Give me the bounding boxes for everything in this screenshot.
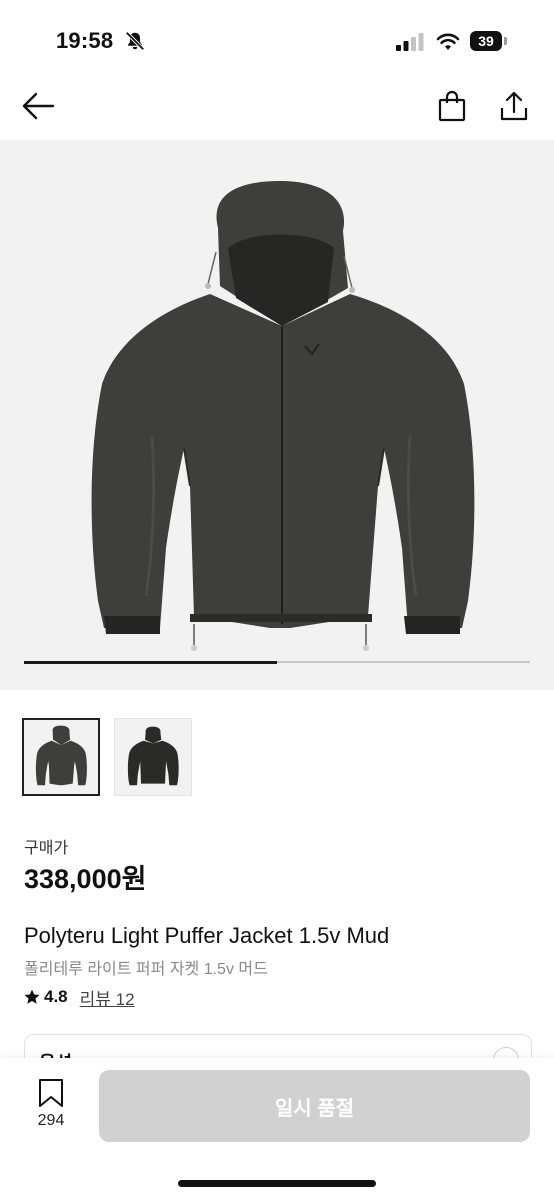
rating-value: 4.8 <box>44 987 68 1006</box>
share-icon <box>500 91 528 121</box>
cellular-signal-icon <box>396 33 424 51</box>
battery-icon: 39 <box>470 31 508 51</box>
bookmark-icon <box>39 1079 63 1107</box>
thumbnail-1-image <box>35 725 87 786</box>
status-bar: 19:58 39 <box>0 0 554 84</box>
bottom-action-bar: 294 일시 품절 <box>0 1058 554 1200</box>
thumbnail-1[interactable] <box>22 718 100 796</box>
sold-out-button[interactable]: 일시 품절 <box>99 1070 530 1142</box>
home-indicator <box>178 1180 376 1187</box>
rating-row: 4.8 리뷰 12 <box>23 985 135 1009</box>
shopping-bag-icon <box>438 90 466 122</box>
battery-tip <box>504 37 507 45</box>
price-label: 구매가 <box>24 840 69 857</box>
share-button[interactable] <box>494 86 534 126</box>
thumbnail-2-image <box>127 726 179 786</box>
wishlist-button[interactable]: 294 <box>26 1078 76 1134</box>
wifi-icon <box>436 33 460 50</box>
nav-bar <box>0 84 554 140</box>
wishlist-count: 294 <box>37 1112 65 1129</box>
cart-button[interactable] <box>432 86 472 126</box>
back-button[interactable] <box>18 86 58 126</box>
thumbnail-2[interactable] <box>114 718 192 796</box>
review-link[interactable]: 리뷰 12 <box>80 985 135 1010</box>
star-icon <box>24 989 40 1004</box>
mute-bell-icon <box>125 31 145 51</box>
gallery-progress-fill <box>24 660 277 664</box>
battery-level: 39 <box>470 31 502 51</box>
product-image-gallery[interactable] <box>0 140 554 690</box>
product-name: Polyteru Light Puffer Jacket 1.5v Mud <box>24 923 390 948</box>
product-image <box>91 181 475 651</box>
product-name-korean: 폴리테루 라이트 퍼퍼 자켓 1.5v 머드 <box>24 961 268 978</box>
status-time: 19:58 <box>56 28 114 53</box>
arrow-left-icon <box>22 92 55 120</box>
product-price: 338,000원 <box>24 864 147 894</box>
gallery-progress-track <box>24 660 530 664</box>
